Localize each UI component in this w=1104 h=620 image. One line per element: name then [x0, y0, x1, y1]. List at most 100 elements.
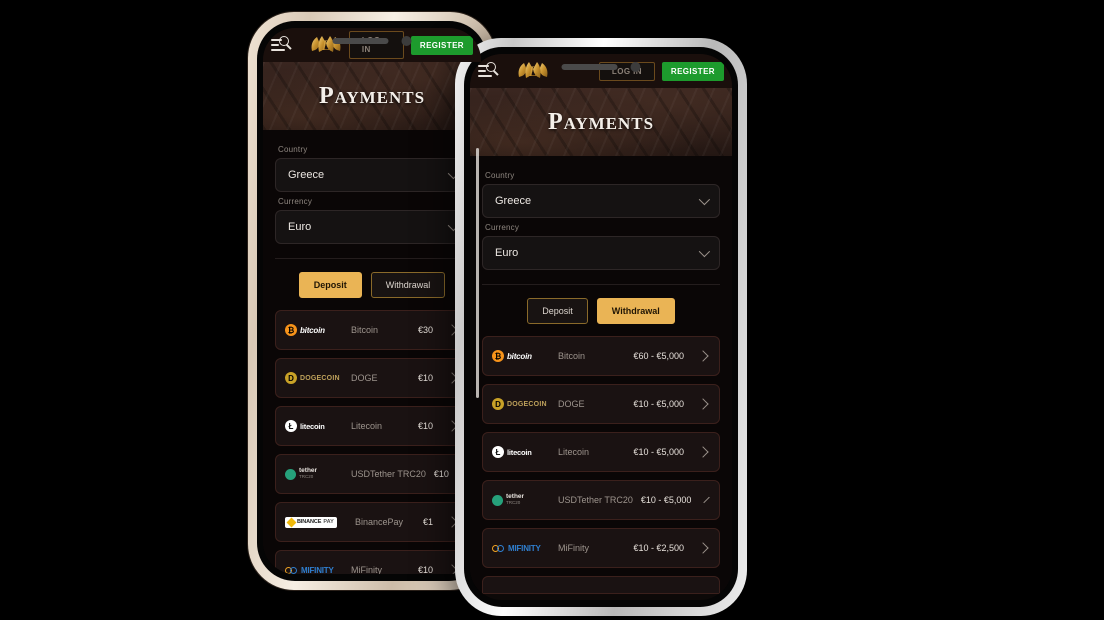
tether-logo: tether TRC20 — [285, 465, 343, 483]
payment-method-row[interactable]: Łlitecoin Litecoin €10 - €5,000 — [482, 432, 720, 472]
menu-search-icon[interactable] — [271, 36, 293, 54]
phone-notch-front — [561, 54, 641, 80]
payment-method-row[interactable]: BINANCE PAY BinancePay €1 — [275, 502, 469, 542]
payment-method-name: Litecoin — [558, 447, 590, 457]
payment-amount-range: €10 — [433, 469, 449, 479]
tether-coin-icon — [285, 468, 296, 480]
payment-method-name: Litecoin — [351, 421, 383, 431]
mifinity-loop-icon — [492, 544, 505, 553]
mifinity-logo: MIFINITY — [285, 561, 343, 574]
dogecoin-logo: D DOGECOIN — [285, 369, 343, 387]
payment-method-row[interactable]: tether TRC20 USDTether TRC20 €10 — [275, 454, 469, 494]
register-button[interactable]: REGISTER — [410, 35, 473, 55]
payment-method-name: USDTether TRC20 — [351, 469, 426, 479]
payment-amount-range: €10 — [417, 421, 433, 431]
litecoin-coin-icon: Ł — [492, 446, 504, 458]
magnifier-icon — [486, 62, 496, 72]
page-banner-front: Payments — [470, 88, 732, 156]
payment-method-row[interactable]: ₿ bitcoin Bitcoin €30 — [275, 310, 469, 350]
country-select[interactable]: Greece — [275, 158, 469, 192]
payment-amount-range: €10 - €5,000 — [640, 495, 692, 505]
tether-coin-icon — [492, 494, 503, 506]
mifinity-loop-icon — [285, 566, 298, 575]
binancepay-logo: BINANCE PAY — [285, 513, 347, 531]
payments-content-front: Country Greece Currency Euro Deposit Wit… — [470, 156, 732, 594]
svg-text:L: L — [528, 64, 537, 80]
chevron-right-icon — [697, 542, 709, 554]
tab-deposit[interactable]: Deposit — [298, 272, 362, 298]
phone-screen-back: L LOG IN REGISTER Payments Country Greec… — [263, 28, 481, 574]
bitcoin-coin-icon: ₿ — [285, 324, 297, 336]
payments-content-back: Country Greece Currency Euro Deposit Wit… — [263, 130, 481, 574]
payment-method-list-front: ₿ bitcoin Bitcoin €60 - €5,000 D DOGECOIN DOGE… — [482, 336, 720, 576]
payment-method-row[interactable]: ₿ bitcoin Bitcoin €60 - €5,000 — [482, 336, 720, 376]
payment-method-name: DOGE — [351, 373, 378, 383]
payment-amount-range: €10 - €5,000 — [633, 399, 684, 409]
bitcoin-logo: ₿ bitcoin — [492, 347, 550, 365]
payment-amount-range: €10 — [417, 565, 433, 574]
chevron-right-icon — [703, 496, 711, 504]
country-label: Country — [485, 171, 515, 180]
binance-diamond-icon — [286, 517, 297, 527]
transaction-tabs-back: Deposit Withdrawal — [275, 259, 469, 310]
payment-method-row[interactable]: D DOGECOIN DOGE €10 - €5,000 — [482, 384, 720, 424]
phone-notch-back — [332, 28, 412, 54]
payment-amount-range: €60 - €5,000 — [633, 351, 684, 361]
payment-method-name: DOGE — [558, 399, 585, 409]
screenshot-stage: L LOG IN REGISTER Payments Country Greec… — [0, 0, 1104, 620]
payment-method-row-partial[interactable] — [482, 576, 720, 594]
tab-withdrawal[interactable]: Withdrawal — [370, 272, 446, 298]
currency-value: Euro — [495, 247, 519, 259]
chevron-down-icon — [698, 193, 711, 206]
payment-method-row[interactable]: Łlitecoin Litecoin €10 — [275, 406, 469, 446]
earpiece-speaker — [561, 64, 618, 70]
payment-amount-range: €1 — [422, 517, 433, 527]
tether-logo: tether TRC20 — [492, 491, 550, 509]
country-value: Greece — [288, 169, 325, 181]
page-title: Payments — [318, 82, 426, 109]
country-label: Country — [278, 145, 308, 154]
currency-value: Euro — [288, 221, 312, 233]
phone-mockup-front: L LOG IN REGISTER Payments Country Greec… — [455, 38, 747, 616]
page-banner-back: Payments — [263, 62, 481, 130]
front-camera — [630, 62, 641, 72]
phone-bezel-back: L LOG IN REGISTER Payments Country Greec… — [257, 21, 487, 581]
dogecoin-logo: D DOGECOIN — [492, 395, 550, 413]
tab-deposit[interactable]: Deposit — [527, 298, 588, 324]
dogecoin-coin-icon: D — [285, 372, 297, 384]
payment-amount-range: €10 - €5,000 — [633, 447, 684, 457]
payment-method-row[interactable]: D DOGECOIN DOGE €10 — [275, 358, 469, 398]
payment-method-row[interactable]: MIFINITY MiFinity €10 — [275, 550, 469, 574]
country-value: Greece — [495, 195, 532, 207]
page-title: Payments — [547, 108, 655, 135]
litecoin-coin-icon: Ł — [285, 420, 297, 432]
chevron-down-icon — [698, 245, 711, 258]
payment-amount-range: €10 - €2,500 — [633, 543, 684, 553]
dogecoin-coin-icon: D — [492, 398, 504, 410]
bitcoin-coin-icon: ₿ — [492, 350, 504, 362]
currency-label: Currency — [278, 197, 313, 206]
payment-amount-range: €10 — [417, 373, 433, 383]
mifinity-logo: MIFINITY — [492, 539, 550, 557]
currency-select[interactable]: Euro — [482, 236, 720, 270]
menu-search-icon[interactable] — [478, 62, 500, 80]
country-select[interactable]: Greece — [482, 184, 720, 218]
chevron-right-icon — [697, 398, 709, 410]
payment-method-name: BinancePay — [355, 517, 404, 527]
svg-text:L: L — [321, 38, 330, 54]
currency-label: Currency — [485, 223, 520, 232]
front-camera — [401, 36, 412, 46]
transaction-tabs-front: Deposit Withdrawal — [482, 285, 720, 336]
payment-method-row[interactable]: MIFINITY MiFinity €10 - €2,500 — [482, 528, 720, 568]
earpiece-speaker — [332, 38, 389, 44]
laurel-wreath-logo[interactable]: L — [510, 58, 556, 84]
payment-method-name: Bitcoin — [351, 325, 379, 335]
payment-method-name: Bitcoin — [558, 351, 586, 361]
register-button[interactable]: REGISTER — [661, 61, 724, 81]
currency-select[interactable]: Euro — [275, 210, 469, 244]
payment-method-row[interactable]: tether TRC20 USDTether TRC20 €10 - €5,000 — [482, 480, 720, 520]
payment-method-list-back: ₿ bitcoin Bitcoin €30 D DOGECOIN DOGE €10 Łlitec… — [275, 310, 469, 574]
scrollbar[interactable] — [476, 148, 479, 398]
tab-withdrawal[interactable]: Withdrawal — [596, 298, 675, 324]
magnifier-icon — [279, 36, 289, 46]
